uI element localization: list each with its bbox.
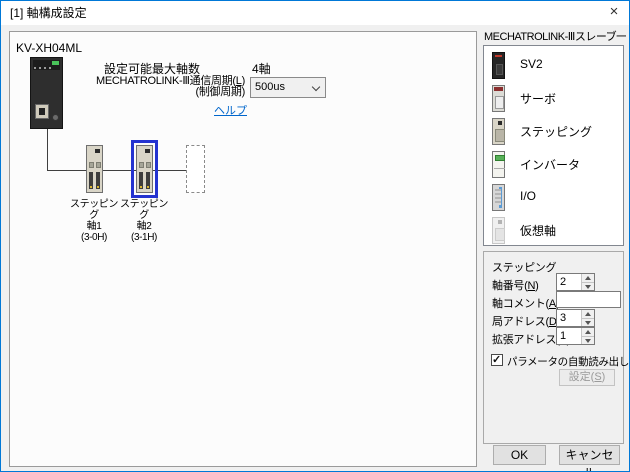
cycle-label-line2: (制御周期) (195, 86, 245, 98)
sv2-device-icon (492, 52, 505, 79)
node-stepping-axis2[interactable] (136, 145, 153, 193)
station-address-label: 局アドレス(D) (492, 316, 560, 328)
triangle-down-icon (585, 320, 591, 325)
dialog-title: [1] 軸構成設定 (10, 6, 87, 20)
slave-item-label: I/O (520, 189, 537, 203)
io-device-icon (492, 184, 505, 211)
triangle-up-icon (585, 276, 591, 280)
extension-address-input[interactable] (557, 328, 581, 344)
node-slot-icon (89, 162, 94, 168)
node-connector-icon (139, 172, 143, 189)
chevron-down-icon (311, 82, 321, 92)
node-display-icon (95, 149, 100, 153)
config-button[interactable]: 設定(S) (559, 369, 615, 386)
inverter-device-icon (492, 151, 505, 178)
controller-unit-label: KV-XH04ML (16, 41, 83, 55)
unit-led-indicator (52, 61, 59, 65)
spin-up-button[interactable] (582, 274, 594, 283)
ok-button[interactable]: OK (493, 445, 546, 465)
cancel-button[interactable]: キャンセル (559, 445, 620, 471)
slave-item-sv2[interactable]: SV2 (492, 52, 617, 82)
axis-comment-input[interactable] (556, 291, 621, 308)
slave-item-label: SV2 (520, 57, 543, 71)
node-label-axis1: ステッピング 軸1 (3-0H) (66, 199, 122, 243)
extension-address-stepper (556, 327, 595, 345)
station-address-stepper (556, 309, 595, 327)
axis-number-stepper (556, 273, 595, 291)
spin-up-button[interactable] (582, 310, 594, 319)
node-type-text: ステッピング (120, 199, 168, 221)
close-icon[interactable]: × (599, 1, 629, 25)
ethernet-port-icon (35, 104, 49, 119)
slave-list: SV2 サーボ ステッピング インバータ I/O 仮想軸 (483, 45, 624, 246)
combo-selected-value: 500us (255, 81, 285, 93)
kv-xh04ml-unit[interactable] (30, 57, 63, 129)
axis-comment-label: 軸コメント(A) (492, 298, 560, 310)
stepping-settings-panel: ステッピング 軸番号(N) 軸コメント(A) 局アドレス(D) 拡張アドレス(E… (483, 251, 629, 444)
triangle-down-icon (585, 284, 591, 289)
node-type-text: ステッピング (70, 199, 118, 221)
virtual-axis-device-icon (492, 217, 505, 244)
spinner-buttons (581, 328, 594, 344)
settings-heading: ステッピング (492, 262, 557, 274)
slave-item-label: ステッピング (520, 125, 593, 139)
slave-item-io[interactable]: I/O (492, 184, 617, 214)
node-axis-text: 軸2 (136, 221, 152, 232)
slave-item-inverter[interactable]: インバータ (492, 151, 617, 181)
node-stepping-axis1[interactable] (86, 145, 103, 193)
auto-read-checkbox[interactable] (491, 353, 503, 366)
node-slot-icon (146, 162, 151, 168)
node-label-axis2: ステッピング 軸2 (3-1H) (116, 199, 172, 243)
triangle-down-icon (585, 338, 591, 343)
axis-topology-panel: KV-XH04ML ステッピング 軸1 (3-0H) ステッピング 軸2 (3-… (9, 31, 477, 467)
node-connector-icon (89, 172, 93, 189)
spinner-buttons (581, 274, 594, 290)
empty-slot-placeholder[interactable] (186, 145, 205, 193)
axis-configuration-dialog: [1] 軸構成設定 × KV-XH04ML ステッピング 軸1 (3-0H) ス… (0, 0, 630, 472)
slave-item-label: サーボ (520, 92, 557, 106)
station-address-input[interactable] (557, 310, 581, 326)
unit-label-marks (34, 67, 54, 69)
node-slot-icon (96, 162, 101, 168)
triangle-up-icon (585, 312, 591, 316)
slave-item-servo[interactable]: サーボ (492, 85, 617, 115)
slave-list-header: MECHATROLINK-Ⅲスレーブ一覧 (484, 31, 626, 43)
slave-item-stepping[interactable]: ステッピング (492, 118, 617, 148)
node-address-text: (3-1H) (131, 232, 157, 243)
communication-cycle-label: MECHATROLINK-Ⅲ通信周期(L) (制御周期) (70, 76, 245, 98)
slave-item-label: インバータ (520, 158, 581, 172)
node-display-icon (145, 149, 150, 153)
servo-device-icon (492, 85, 505, 112)
spin-down-button[interactable] (582, 318, 594, 326)
node-slot-icon (139, 162, 144, 168)
node-address-text: (3-0H) (81, 232, 107, 243)
axis-number-label: 軸番号(N) (492, 280, 539, 292)
node-connector-icon (146, 172, 150, 189)
spin-down-button[interactable] (582, 336, 594, 344)
slave-item-label: 仮想軸 (520, 224, 557, 238)
spin-down-button[interactable] (582, 282, 594, 290)
unit-connector-icon (52, 114, 59, 121)
title-bar: [1] 軸構成設定 × (1, 1, 629, 25)
triangle-up-icon (585, 330, 591, 334)
slave-item-virtual-axis[interactable]: 仮想軸 (492, 217, 617, 247)
connection-line-vertical (47, 129, 48, 170)
stepping-device-icon (492, 118, 505, 145)
connection-line-horizontal (47, 170, 186, 171)
spinner-buttons (581, 310, 594, 326)
max-axes-value: 4軸 (252, 62, 271, 76)
communication-cycle-select[interactable]: 500us (250, 77, 326, 98)
node-connector-icon (96, 172, 100, 189)
node-axis-text: 軸1 (86, 221, 102, 232)
help-link[interactable]: ヘルプ (214, 102, 247, 118)
spin-up-button[interactable] (582, 328, 594, 337)
axis-number-input[interactable] (557, 274, 581, 290)
auto-read-label: パラメータの自動読み出し(P) (507, 356, 630, 368)
